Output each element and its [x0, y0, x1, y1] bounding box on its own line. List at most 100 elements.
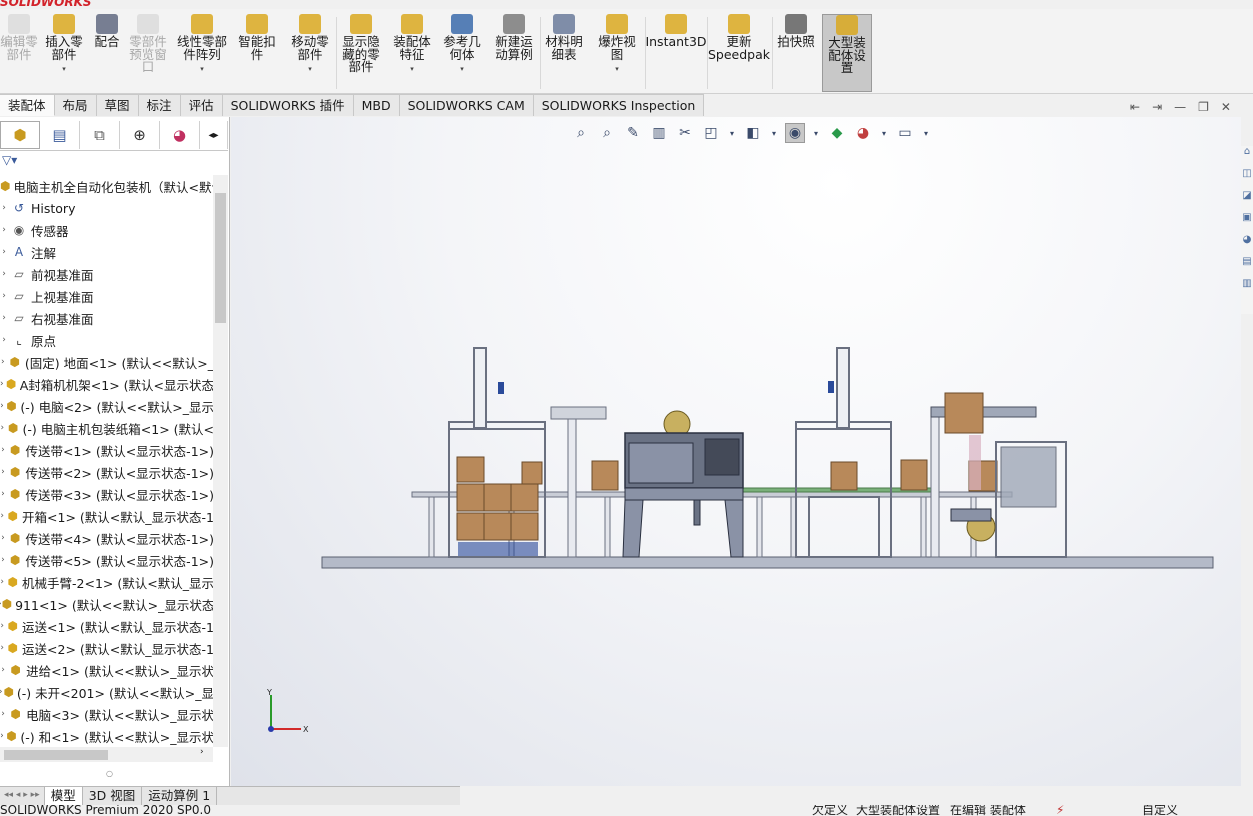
tree-item[interactable]: › ⬢ (固定) 地面<1> (默认<<默认>_ [0, 351, 214, 373]
chevron-down-icon[interactable]: ▾ [615, 63, 619, 76]
command-tab[interactable]: SOLIDWORKS CAM [399, 94, 534, 116]
ribbon-button-14[interactable]: 更新 Speedpak [708, 14, 770, 92]
chevron-down-icon[interactable]: ▾ [62, 63, 66, 76]
tree-item[interactable]: › ⬢ 传送带<4> (默认<显示状态-1>) [0, 527, 214, 549]
chevron-down-icon[interactable]: ▾ [308, 63, 312, 76]
ribbon-button-11[interactable]: 材料明 细表 [540, 14, 588, 92]
custom-properties-icon[interactable]: ▥ [1241, 278, 1253, 300]
tree-item[interactable]: › ⬢ (-) 和<1> (默认<<默认>_显示状 [0, 725, 214, 747]
tree-horizontal-scrollbar[interactable]: › [0, 747, 213, 762]
tree-item[interactable]: › ⬢ 传送带<2> (默认<显示状态-1>) [0, 461, 214, 483]
ribbon-button-2[interactable]: 配合 [90, 14, 124, 92]
ribbon-button-16[interactable]: 大型装 配体设 置 [822, 14, 872, 92]
tree-item[interactable]: › ↺ History [0, 197, 214, 219]
restore-right-icon[interactable]: ⇥ [1152, 100, 1162, 118]
ribbon-button-8[interactable]: 装配体 特征 ▾ [388, 14, 436, 92]
tree-item[interactable]: › ⬢ 运送<2> (默认<默认_显示状态-1 [0, 637, 214, 659]
tree-item[interactable]: › ⬢ 传送带<1> (默认<显示状态-1>) [0, 439, 214, 461]
tree-item[interactable]: › ▱ 上视基准面 [0, 285, 214, 307]
tree-item[interactable]: › ⬢ A封箱机机架<1> (默认<显示状态 [0, 373, 214, 395]
tree-item[interactable]: › ⬢ 机械手臂-2<1> (默认<默认_显示 [0, 571, 214, 593]
command-tab[interactable]: 评估 [180, 94, 223, 116]
ribbon-button-15[interactable]: 拍快照 [773, 14, 819, 92]
command-tab[interactable]: 标注 [138, 94, 181, 116]
expand-icon[interactable]: › [0, 489, 8, 499]
close-icon[interactable]: ✕ [1221, 100, 1231, 118]
ribbon-button-6[interactable]: 移动零 部件 ▾ [284, 14, 336, 92]
command-tab[interactable]: 布局 [54, 94, 97, 116]
tree-root[interactable]: ⬢ 电脑主机全自动化包装机（默认<默认 ▴ [0, 175, 214, 197]
expand-icon[interactable]: › [0, 467, 8, 477]
bottom-tab[interactable]: 运动算例 1 [142, 787, 218, 805]
tree-item[interactable]: › ⬢ 进给<1> (默认<<默认>_显示状 [0, 659, 214, 681]
restore-left-icon[interactable]: ⇤ [1130, 100, 1140, 118]
ribbon-button-1[interactable]: 插入零 部件 ▾ [40, 14, 88, 92]
feature-manager-tab-icon[interactable]: ⬢ [0, 121, 40, 149]
configuration-manager-tab-icon[interactable]: ⧉ [80, 121, 120, 149]
expand-icon[interactable]: › [0, 533, 8, 543]
tree-vertical-scrollbar[interactable] [213, 175, 228, 747]
expand-icon[interactable]: › [0, 335, 10, 345]
hscroll-right-icon[interactable]: › [200, 747, 204, 757]
resources-icon[interactable]: ◫ [1241, 168, 1253, 190]
expand-icon[interactable]: › [0, 247, 10, 257]
tree-item[interactable]: › ⬢ 传送带<3> (默认<显示状态-1>) [0, 483, 214, 505]
expand-icon[interactable]: › [0, 313, 10, 323]
tree-item[interactable]: › ▱ 前视基准面 [0, 263, 214, 285]
expand-icon[interactable]: › [0, 555, 8, 565]
splitter-handle-icon[interactable]: ○ [106, 769, 113, 778]
view-palette-icon[interactable]: ◕ [1241, 234, 1253, 256]
rebuild-icon[interactable]: ⚡ [1056, 805, 1064, 816]
command-tab[interactable]: 草图 [96, 94, 139, 116]
expand-icon[interactable]: › [0, 423, 7, 433]
tree-item[interactable]: ›⬢911<1> (默认<<默认>_显示状态 [0, 593, 214, 615]
ribbon-button-0[interactable]: 编辑零 部件 [0, 14, 38, 92]
ribbon-button-10[interactable]: 新建运 动算例 [490, 14, 538, 92]
dimxpert-tab-icon[interactable]: ⊕ [120, 121, 160, 149]
tree-item[interactable]: › ⬢ (-) 电脑<2> (默认<<默认>_显示 [0, 395, 214, 417]
tree-hscroll-thumb[interactable] [4, 750, 108, 760]
tree-item[interactable]: › ▱ 右视基准面 [0, 307, 214, 329]
property-manager-tab-icon[interactable]: ▤ [40, 121, 80, 149]
ribbon-button-12[interactable]: 爆炸视 图 ▾ [592, 14, 642, 92]
home-icon[interactable]: ⌂ [1241, 146, 1253, 168]
command-tab[interactable]: SOLIDWORKS 插件 [222, 94, 354, 116]
ribbon-button-5[interactable]: 智能扣 件 [234, 14, 280, 92]
command-tab[interactable]: SOLIDWORKS Inspection [533, 94, 705, 116]
expand-icon[interactable]: › [0, 357, 8, 367]
design-library-icon[interactable]: ◪ [1241, 190, 1253, 212]
tree-item[interactable]: › A 注解 [0, 241, 214, 263]
tree-item[interactable]: › ◉ 传感器 [0, 219, 214, 241]
panel-tab-scroll-icon[interactable]: ◂▸ [200, 121, 228, 149]
bottom-tab[interactable]: 3D 视图 [83, 787, 143, 805]
tree-item[interactable]: › ⬢ 电脑<3> (默认<<默认>_显示状 [0, 703, 214, 725]
ribbon-button-4[interactable]: 线性零部 件阵列 ▾ [170, 14, 234, 92]
bottom-tab[interactable]: 模型 [44, 787, 83, 805]
tree-item[interactable]: › ⬢ 运送<1> (默认<默认_显示状态-1 [0, 615, 214, 637]
tree-scroll-thumb[interactable] [215, 193, 226, 323]
file-explorer-icon[interactable]: ▣ [1241, 212, 1253, 234]
filter-icon[interactable]: ▽▾ [2, 153, 17, 167]
tree-item[interactable]: ›⬢(-) 未开<201> (默认<<默认>_显 [0, 681, 214, 703]
expand-icon[interactable]: › [0, 269, 10, 279]
command-tab[interactable]: MBD [353, 94, 400, 116]
minimize-icon[interactable]: — [1174, 100, 1186, 118]
display-manager-tab-icon[interactable]: ◕ [160, 121, 200, 149]
ribbon-button-9[interactable]: 参考几 何体 ▾ [438, 14, 486, 92]
expand-icon[interactable]: › [0, 709, 8, 719]
expand-icon[interactable]: › [0, 665, 8, 675]
maximize-icon[interactable]: ❐ [1198, 100, 1209, 118]
assembly-model[interactable] [231, 117, 1241, 786]
expand-icon[interactable]: › [0, 445, 8, 455]
graphics-viewport[interactable]: ⌕ ⌕ ✎ ▥ ✂ ◰ ▾ ◧ ▾ ◉ ▾ ◆ ◕ ▾ ▭ ▾ Y X [231, 117, 1241, 786]
ribbon-button-7[interactable]: 显示隐 藏的零 部件 [337, 14, 385, 92]
ribbon-button-13[interactable]: Instant3D [645, 14, 707, 92]
appearances-icon[interactable]: ▤ [1241, 256, 1253, 278]
tab-scroll-icon[interactable]: ◂◂ ◂ ▸ ▸▸ [0, 787, 45, 805]
chevron-down-icon[interactable]: ▾ [200, 63, 204, 76]
tree-item[interactable]: › ⬢ 传送带<5> (默认<显示状态-1>) [0, 549, 214, 571]
status-units[interactable]: 自定义 [1142, 805, 1178, 816]
chevron-down-icon[interactable]: ▾ [460, 63, 464, 76]
command-tab[interactable]: 装配体 [0, 94, 55, 116]
expand-icon[interactable]: › [0, 225, 10, 235]
